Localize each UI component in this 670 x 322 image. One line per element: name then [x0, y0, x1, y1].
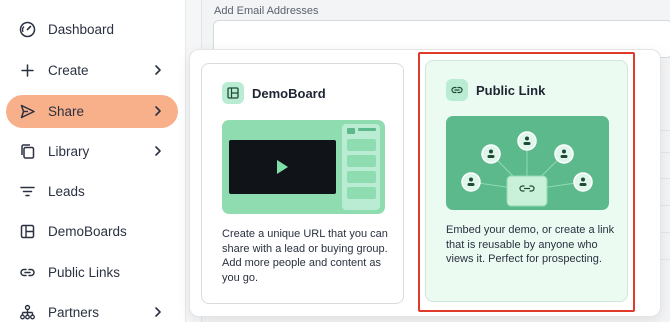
card-description: Create a unique URL that you can share w…: [222, 228, 388, 284]
copy-icon: [19, 143, 36, 160]
card-title: DemoBoard: [252, 86, 326, 101]
sidebar-item-label: Library: [48, 144, 90, 159]
sidebar-item-demoboards[interactable]: DemoBoards: [6, 215, 178, 248]
gauge-icon: [19, 21, 36, 38]
sidebar-item-library[interactable]: Library: [6, 135, 178, 168]
org-chart-icon: [19, 304, 36, 321]
sidebar-item-share[interactable]: Share: [6, 95, 178, 128]
email-label: Add Email Addresses: [214, 5, 319, 17]
chevron-right-icon: [151, 144, 165, 158]
layout-icon: [19, 223, 36, 240]
sidebar-item-create[interactable]: Create: [6, 54, 178, 87]
link-icon: [19, 264, 36, 281]
chevron-right-icon: [151, 305, 165, 319]
sidebar-item-label: Dashboard: [48, 22, 115, 37]
sidebar-item-label: DemoBoards: [48, 224, 127, 239]
layout-icon: [222, 82, 244, 104]
sidebar-item-label: Share: [48, 104, 85, 119]
chevron-right-icon: [151, 63, 165, 77]
sidebar-item-partners[interactable]: Partners: [6, 296, 178, 322]
sidebar: Dashboard Create Share Library Leads Dem…: [0, 0, 186, 322]
sidebar-item-label: Leads: [48, 184, 85, 199]
demoboard-option-card[interactable]: DemoBoard Create a unique URL that you c…: [201, 63, 404, 304]
sidebar-item-label: Create: [48, 63, 89, 78]
sidebar-item-label: Partners: [48, 305, 100, 320]
plus-icon: [19, 62, 36, 79]
sidebar-item-label: Public Links: [48, 265, 121, 280]
chevron-right-icon: [151, 104, 165, 118]
filter-lines-icon: [19, 183, 36, 200]
send-icon: [19, 103, 36, 120]
highlight-box: [418, 52, 635, 312]
sidebar-item-public-links[interactable]: Public Links: [6, 256, 178, 289]
demoboard-illustration: [222, 120, 385, 214]
sidebar-item-dashboard[interactable]: Dashboard: [6, 13, 178, 46]
sidebar-item-leads[interactable]: Leads: [6, 175, 178, 208]
